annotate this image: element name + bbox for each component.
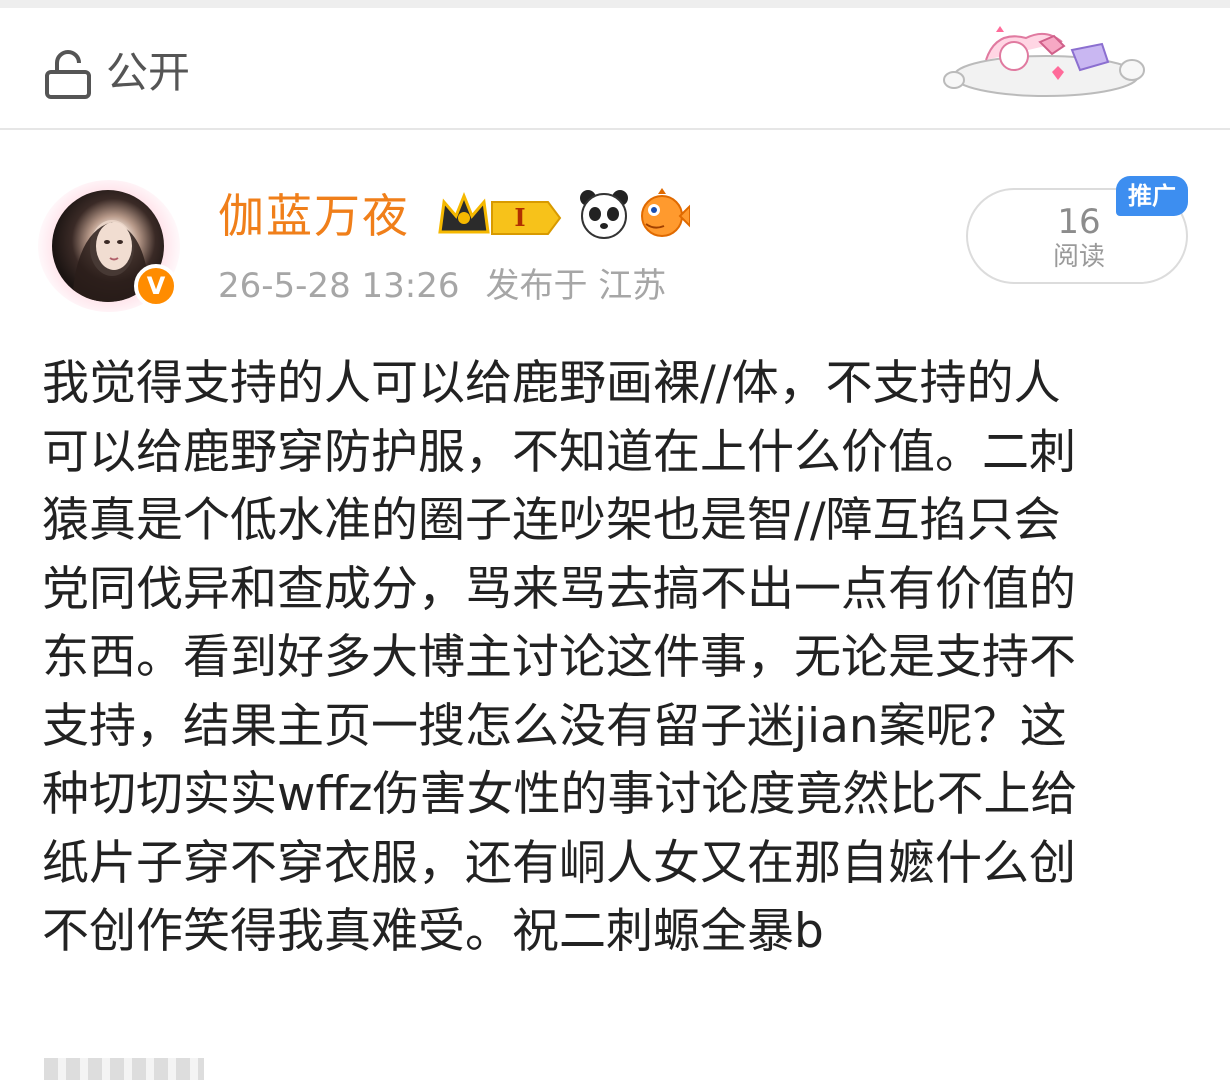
read-count-label: 阅读 bbox=[1052, 242, 1105, 272]
post-content-line: 猿真是个低水准的圈子连吵架也是智//障互掐只会 bbox=[42, 493, 1061, 548]
top-edge bbox=[0, 0, 1230, 8]
post-content-line: 不创作笑得我真难受。祝二刺螈全暴b bbox=[42, 904, 824, 959]
cropped-image-strip bbox=[44, 1058, 204, 1080]
post-content: 我觉得支持的人可以给鹿野画裸//体，不支持的人 可以给鹿野穿防护服，不知道在上什… bbox=[42, 350, 1192, 967]
post-content-line: 种切切实实wffz伤害女性的事讨论度竟然比不上给 bbox=[42, 767, 1078, 822]
author-name[interactable]: 伽蓝万夜 bbox=[218, 186, 410, 246]
verified-v-icon: V bbox=[134, 264, 178, 308]
svg-text:I: I bbox=[514, 203, 525, 232]
post-content-line: 支持，结果主页一搜怎么没有留子迷jian案呢？这 bbox=[42, 698, 1067, 754]
post-content-line: 我觉得支持的人可以给鹿野画裸//体，不支持的人 bbox=[42, 356, 1061, 411]
pufferfish-icon bbox=[641, 188, 690, 237]
lock-icon bbox=[45, 50, 91, 99]
post-content-line: 纸片子穿不穿衣服，还有峒人女又在那自嬷什么创 bbox=[42, 835, 1076, 891]
promote-badge[interactable]: 推广 bbox=[1116, 176, 1188, 216]
post-timestamp: 26-5-28 13:26 bbox=[218, 266, 460, 306]
privacy-label[interactable]: 公开 bbox=[106, 46, 190, 100]
post-content-line: 可以给鹿野穿防护服，不知道在上什么价值。二刺 bbox=[42, 424, 1076, 480]
author-avatar[interactable]: V bbox=[38, 180, 180, 312]
privacy-header: 公开 bbox=[0, 8, 1230, 130]
cartoon-sticker-icon bbox=[943, 26, 1145, 97]
post-meta: 26-5-28 13:26 发布于 江苏 bbox=[218, 264, 692, 308]
post-content-line: 东西。看到好多大博主讨论这件事，无论是支持不 bbox=[42, 630, 1076, 685]
post-location: 发布于 江苏 bbox=[485, 266, 667, 306]
crown-member-badge[interactable]: I bbox=[436, 188, 566, 240]
post-content-line: 党同伐异和查成分，骂来骂去搞不出一点有价值的 bbox=[42, 561, 1076, 617]
panda-icon bbox=[580, 190, 628, 239]
